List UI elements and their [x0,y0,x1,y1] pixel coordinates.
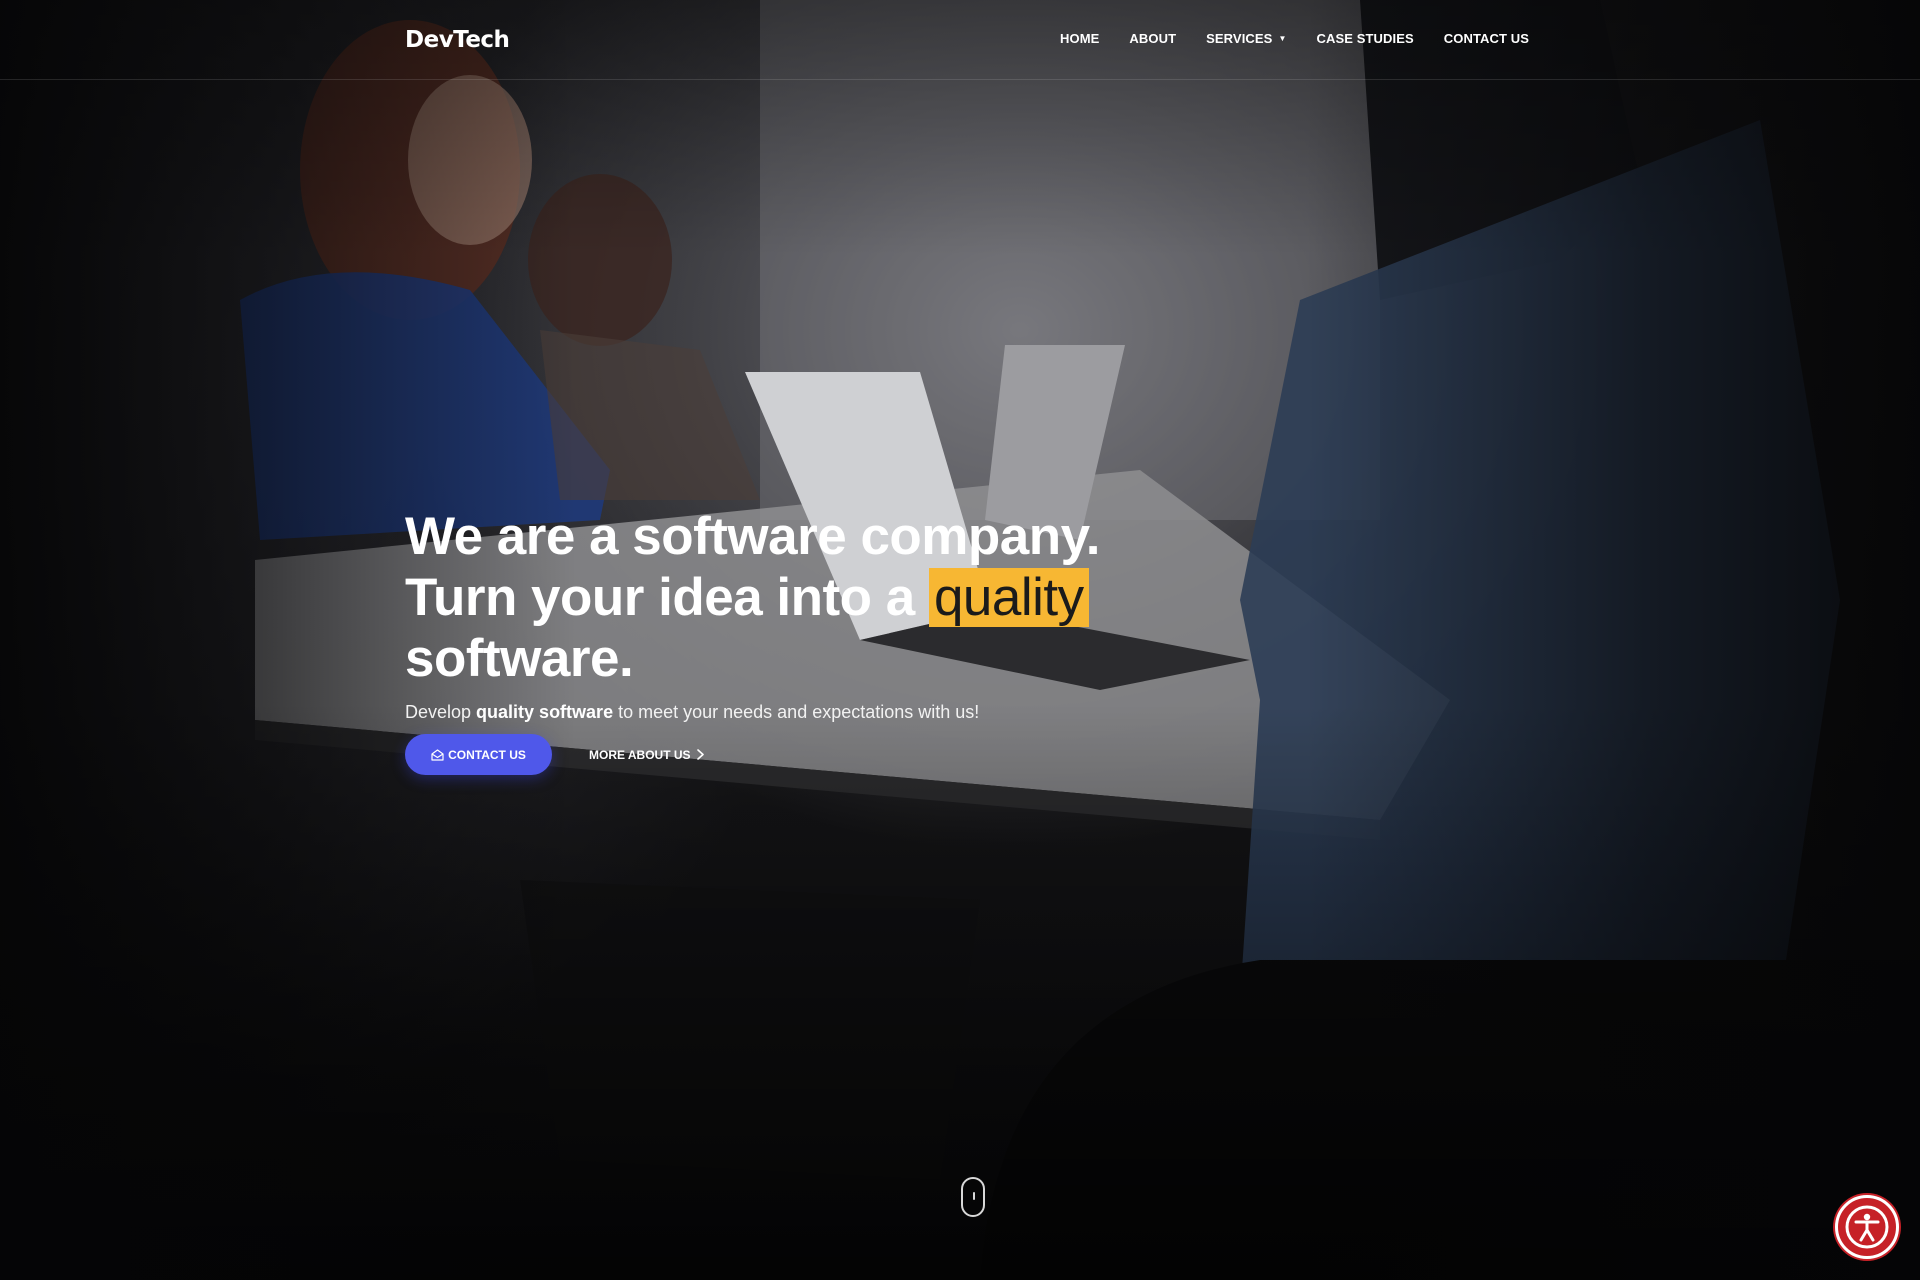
headline-line-2: Turn your idea into a quality [405,567,1165,628]
accessibility-icon [1845,1205,1889,1249]
nav-about[interactable]: ABOUT [1129,31,1176,46]
logo[interactable]: DevTech [405,27,510,53]
headline-line-2-text: Turn your idea into a [405,568,929,627]
chevron-right-icon [696,749,704,760]
more-about-us-button[interactable]: MORE ABOUT US [589,734,704,775]
nav-home[interactable]: HOME [1060,31,1099,46]
subline-end: to meet your needs and expectations with… [613,702,980,722]
caret-down-icon: ▼ [1278,33,1287,43]
hero-headline: We are a software company. Turn your ide… [405,506,1165,689]
headline-line-3: software. [405,629,634,688]
nav-services-label: SERVICES [1206,31,1273,46]
subline-start: Develop [405,702,477,722]
hero-section: DevTech HOME ABOUT SERVICES ▼ CASE STUDI… [0,0,1920,1280]
nav-contact-us-label: CONTACT US [1443,31,1530,46]
envelope-icon [431,748,444,761]
contact-us-button[interactable]: CONTACT US [405,734,552,775]
subline-bold: quality software [476,702,614,722]
site-header: DevTech HOME ABOUT SERVICES ▼ CASE STUDI… [0,0,1920,80]
nav-services[interactable]: SERVICES ▼ [1206,31,1286,46]
nav-home-label: HOME [1060,31,1100,46]
mouse-wheel [973,1192,975,1200]
main-nav: HOME ABOUT SERVICES ▼ CASE STUDIES CONTA… [1060,31,1529,46]
nav-case-studies[interactable]: CASE STUDIES [1316,31,1413,46]
nav-case-studies-label: CASE STUDIES [1316,31,1414,46]
mouse-scroll-icon[interactable] [961,1177,985,1217]
nav-contact-us[interactable]: CONTACT US [1444,31,1529,46]
more-about-us-label: MORE ABOUT US [589,747,691,762]
headline-highlight: quality [928,568,1089,627]
hero-subline: Develop quality software to meet your ne… [405,702,979,723]
headline-line-1: We are a software company. [405,507,1100,566]
nav-about-label: ABOUT [1129,31,1177,46]
contact-us-button-label: CONTACT US [448,747,526,762]
accessibility-button[interactable] [1835,1195,1899,1259]
